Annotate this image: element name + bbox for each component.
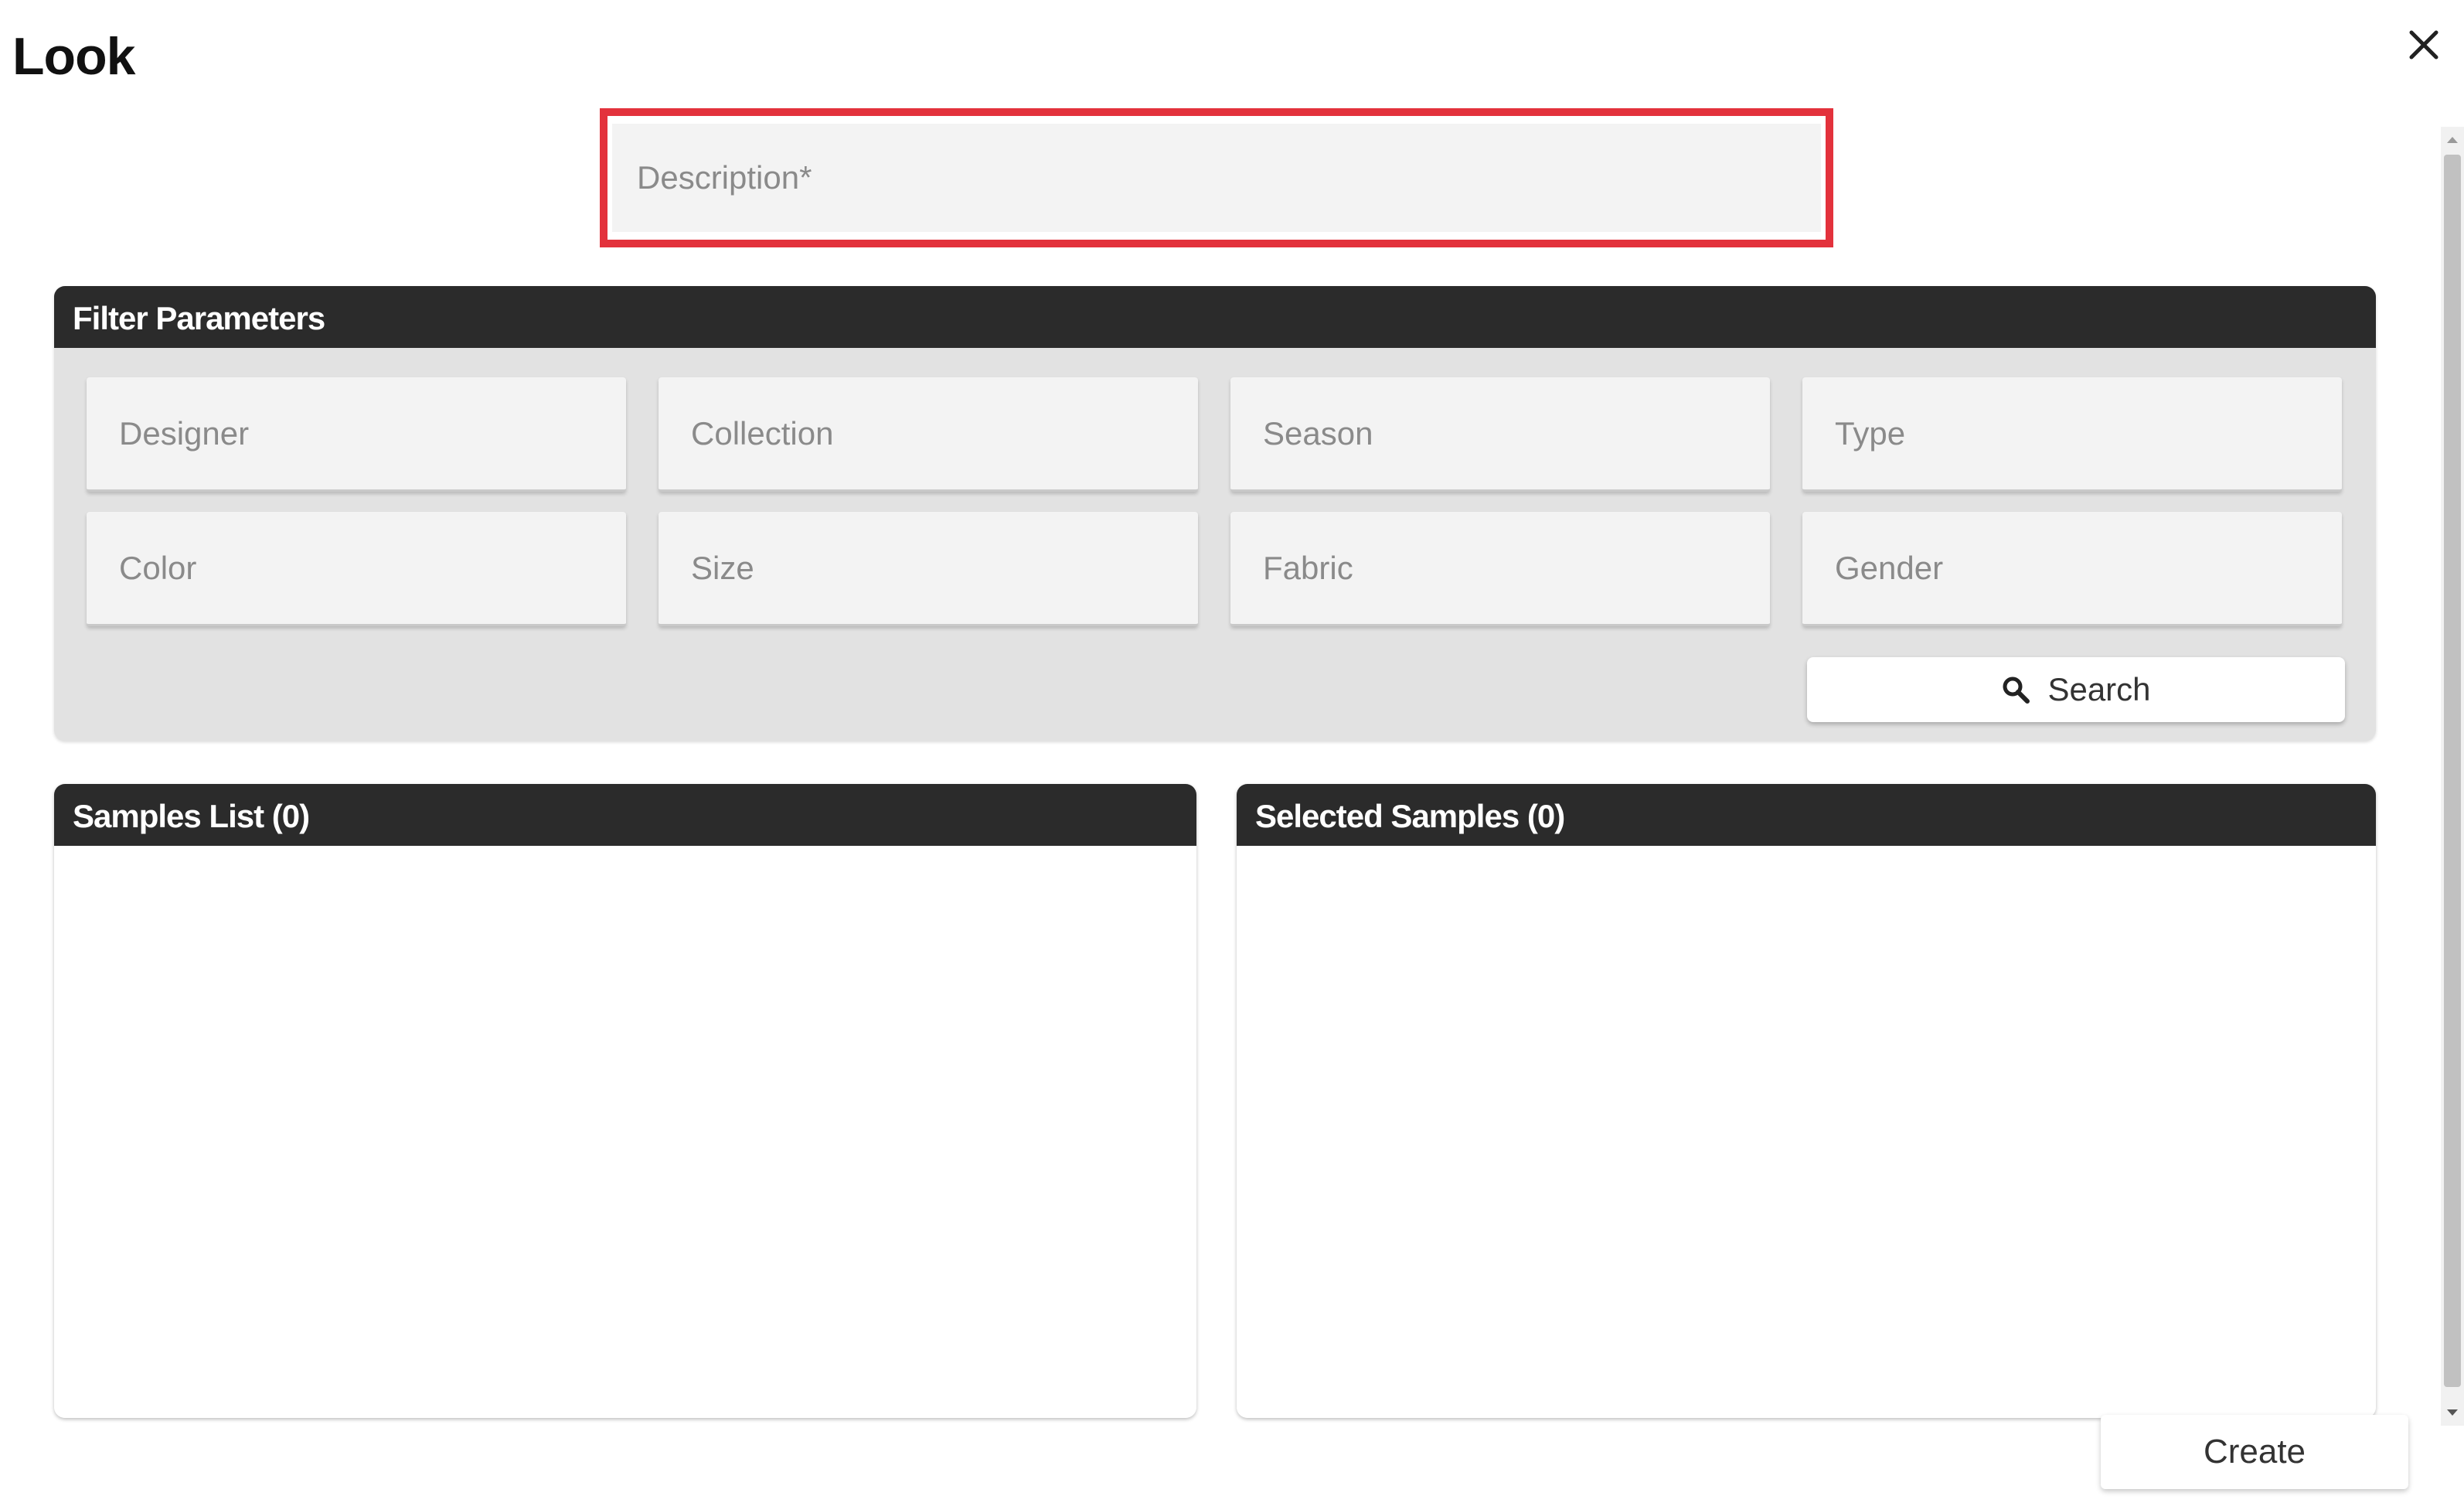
selected-samples-header: Selected Samples (0) [1237, 784, 2376, 846]
selected-samples-panel: Selected Samples (0) [1237, 784, 2376, 1418]
samples-list-header: Samples List (0) [54, 784, 1196, 846]
scroll-up-arrow-icon[interactable] [2441, 127, 2464, 153]
look-dialog: Look Filter Parameters Search Samples Li… [0, 0, 2464, 1503]
search-icon [2003, 677, 2030, 704]
create-button[interactable]: Create [2101, 1415, 2408, 1489]
scroll-down-arrow-icon[interactable] [2441, 1399, 2464, 1426]
description-input[interactable] [612, 124, 1821, 232]
filter-parameters-header: Filter Parameters [54, 286, 2376, 348]
color-field[interactable] [87, 512, 626, 626]
search-button[interactable]: Search [1807, 657, 2345, 722]
type-field[interactable] [1802, 377, 2342, 492]
fabric-field[interactable] [1230, 512, 1770, 626]
designer-field[interactable] [87, 377, 626, 492]
samples-list-panel: Samples List (0) [54, 784, 1196, 1418]
selected-samples-body[interactable] [1237, 846, 2376, 1418]
scroll-thumb[interactable] [2444, 155, 2461, 1387]
gender-field[interactable] [1802, 512, 2342, 626]
samples-list-body[interactable] [54, 846, 1196, 1418]
close-button[interactable] [2399, 20, 2449, 70]
size-field[interactable] [659, 512, 1198, 626]
collection-field[interactable] [659, 377, 1198, 492]
search-button-label: Search [2047, 671, 2151, 707]
season-field[interactable] [1230, 377, 1770, 492]
dialog-title: Look [12, 27, 135, 86]
vertical-scrollbar[interactable] [2441, 127, 2464, 1426]
close-icon [2409, 30, 2438, 60]
